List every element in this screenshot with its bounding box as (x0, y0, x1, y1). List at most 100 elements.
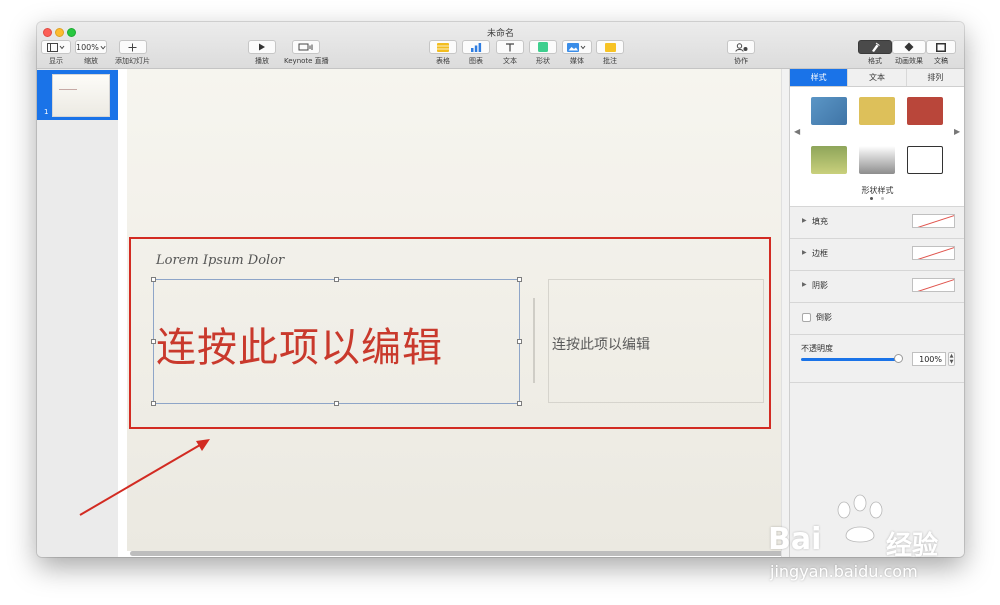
collaborate-button[interactable] (727, 40, 755, 54)
comment-button[interactable] (596, 40, 624, 54)
view-menu[interactable]: 显示 (41, 40, 71, 66)
horizontal-scrollbar[interactable] (130, 551, 784, 556)
page-dot-active[interactable] (870, 197, 873, 200)
fill-row[interactable]: ▶ 填充 (790, 206, 964, 236)
border-color-well[interactable] (912, 246, 955, 260)
inspector-tabs: 样式 文本 排列 (790, 69, 964, 87)
comment-label: 批注 (603, 57, 617, 65)
reflection-row: 倒影 (790, 302, 964, 332)
format-button[interactable] (858, 40, 892, 54)
toolbar: 未命名 显示 100% 缩放 添加幻灯片 播放 Keynote 直播 表格 图表… (37, 22, 964, 69)
play-button[interactable] (248, 40, 276, 54)
shadow-well[interactable] (912, 278, 955, 292)
fill-color-well[interactable] (912, 214, 955, 228)
table-button[interactable] (429, 40, 457, 54)
fill-label: 填充 (812, 217, 828, 226)
document-item[interactable]: 文稿 (926, 40, 956, 66)
shape-item[interactable]: 形状 (529, 40, 557, 66)
play-icon (259, 43, 265, 51)
chart-icon (471, 42, 482, 52)
opacity-field[interactable]: 100% (912, 352, 946, 366)
tab-text[interactable]: 文本 (848, 69, 907, 86)
document-label: 文稿 (934, 57, 948, 65)
disclosure-triangle-icon[interactable]: ▶ (802, 217, 807, 224)
page-dots (870, 197, 884, 200)
document-button[interactable] (926, 40, 956, 54)
play-label: 播放 (255, 57, 269, 65)
annotation-highlight-box (129, 237, 771, 429)
style-swatch-outline[interactable] (907, 146, 943, 174)
vertical-scrollbar[interactable] (781, 69, 789, 557)
chart-item[interactable]: 图表 (462, 40, 490, 66)
shadow-row[interactable]: ▶ 阴影 (790, 270, 964, 300)
zoom-label: 缩放 (84, 57, 98, 65)
zoom-menu[interactable]: 100% 缩放 (75, 40, 107, 66)
animate-item[interactable]: 动画效果 (892, 40, 926, 66)
no-fill-icon (917, 215, 954, 227)
view-button[interactable] (41, 40, 71, 54)
format-item[interactable]: 格式 (858, 40, 892, 66)
play-item[interactable]: 播放 (248, 40, 276, 66)
previous-styles-icon[interactable]: ◀ (794, 127, 800, 136)
disclosure-triangle-icon[interactable]: ▶ (802, 249, 807, 256)
shape-styles-panel: ◀ ▶ 形状样式 (790, 87, 964, 207)
shape-label: 形状 (536, 57, 550, 65)
slide-thumbnail-selected[interactable]: 1 (37, 70, 118, 120)
opacity-stepper[interactable]: ▲ ▼ (948, 352, 955, 366)
opacity-slider[interactable] (801, 358, 899, 361)
border-row[interactable]: ▶ 边框 (790, 238, 964, 268)
collaborate-item[interactable]: 协作 (727, 40, 755, 66)
document-icon (936, 42, 946, 52)
page-dot[interactable] (881, 197, 884, 200)
add-slide-button[interactable] (118, 40, 147, 54)
comment-item[interactable]: 批注 (596, 40, 624, 66)
animate-icon (904, 42, 914, 52)
slide-thumbnail[interactable] (52, 74, 110, 117)
keynote-live-item[interactable]: Keynote 直播 (284, 40, 329, 66)
style-swatch-red[interactable] (907, 97, 943, 125)
watermark-url: jingyan.baidu.com (770, 562, 918, 581)
style-swatch-olive[interactable] (811, 146, 847, 174)
keynote-live-icon (298, 43, 313, 50)
style-swatch-gray[interactable] (859, 146, 895, 174)
style-swatch-blue[interactable] (811, 97, 847, 125)
window-title: 未命名 (486, 29, 514, 39)
media-icon (567, 42, 586, 52)
chart-button[interactable] (462, 40, 490, 54)
plus-icon (128, 43, 137, 51)
text-icon (506, 42, 514, 51)
disclosure-triangle-icon[interactable]: ▶ (802, 281, 807, 288)
slide-number: 1 (44, 108, 49, 116)
baidu-watermark: Bai 经验 jingyan.baidu.com (768, 492, 998, 592)
text-button[interactable] (496, 40, 524, 54)
no-shadow-icon (917, 279, 954, 291)
tab-arrange[interactable]: 排列 (907, 69, 964, 86)
animate-label: 动画效果 (895, 57, 923, 65)
border-label: 边框 (812, 249, 828, 258)
zoom-select[interactable]: 100% (75, 40, 107, 54)
next-styles-icon[interactable]: ▶ (954, 127, 960, 136)
chevron-down-icon (100, 45, 106, 49)
shape-icon (538, 42, 548, 52)
media-button[interactable] (562, 40, 592, 54)
paw-logo-icon (837, 494, 883, 543)
style-swatch-gold[interactable] (859, 97, 895, 125)
table-item[interactable]: 表格 (429, 40, 457, 66)
tab-style[interactable]: 样式 (790, 69, 849, 86)
zoom-value: 100% (76, 42, 99, 52)
media-item[interactable]: 媒体 (562, 40, 592, 66)
animate-button[interactable] (892, 40, 926, 54)
comment-icon (604, 42, 616, 52)
text-item[interactable]: 文本 (496, 40, 524, 66)
no-border-icon (917, 247, 954, 259)
keynote-live-button[interactable] (292, 40, 321, 54)
opacity-slider-knob[interactable] (894, 354, 903, 363)
reflection-checkbox[interactable] (802, 313, 811, 322)
media-label: 媒体 (570, 57, 584, 65)
shadow-label: 阴影 (812, 281, 828, 290)
add-slide-item[interactable]: 添加幻灯片 (115, 40, 150, 66)
shape-button[interactable] (529, 40, 557, 54)
inspector-divider (790, 382, 964, 383)
text-label: 文本 (503, 57, 517, 65)
table-label: 表格 (436, 57, 450, 65)
